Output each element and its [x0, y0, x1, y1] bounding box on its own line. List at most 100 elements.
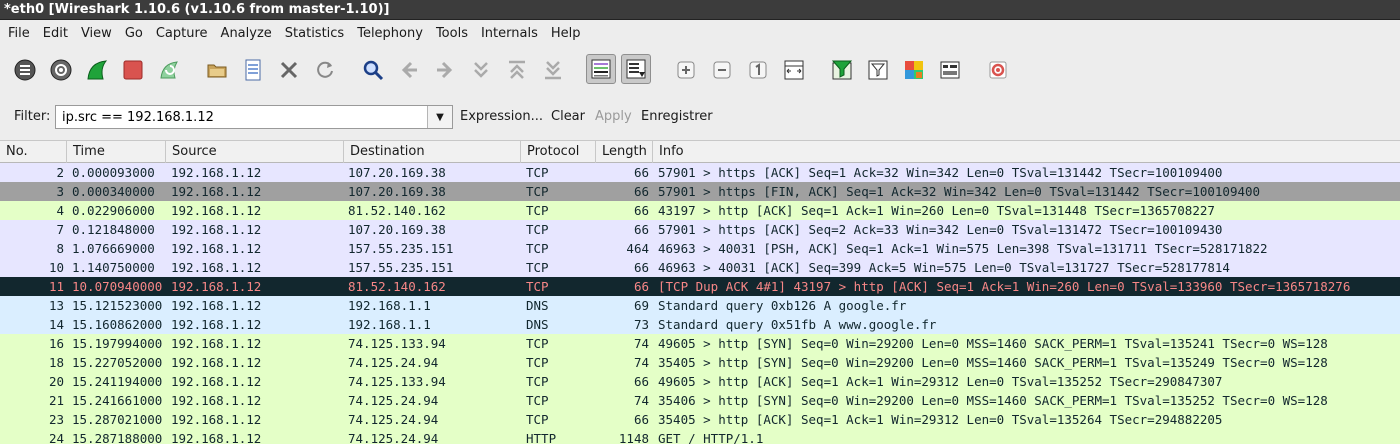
packet-time: 15.287188000 — [72, 431, 163, 444]
apply-button[interactable]: Apply — [595, 109, 632, 124]
packet-time: 0.000340000 — [72, 184, 155, 199]
column-header-destination[interactable]: Destination — [344, 141, 521, 163]
table-row[interactable]: 2 0.000093000 192.168.1.12 107.20.169.38 TCP… — [0, 163, 1400, 182]
reload-icon[interactable] — [312, 57, 338, 83]
menu-help[interactable]: Help — [544, 23, 587, 45]
menu-view[interactable]: View — [74, 23, 118, 45]
menu-tools[interactable]: Tools — [429, 23, 474, 45]
preferences-icon[interactable] — [937, 57, 963, 83]
table-row[interactable]: 24 15.287188000 192.168.1.12 74.125.24.94 HT… — [0, 429, 1400, 444]
table-row[interactable]: 18 15.227052000 192.168.1.12 74.125.24.94 TC… — [0, 353, 1400, 372]
packet-source: 192.168.1.12 — [171, 317, 262, 332]
go-first-icon[interactable] — [504, 57, 530, 83]
packet-info: 49605 > http [ACK] Seq=1 Ack=1 Win=29312… — [658, 374, 1223, 389]
packet-time: 10.070940000 — [72, 279, 163, 294]
menu-telephony[interactable]: Telephony — [350, 23, 429, 45]
packet-list[interactable]: No. Time Source Destination Protocol Len… — [0, 140, 1400, 444]
menu-edit[interactable]: Edit — [36, 23, 74, 45]
table-row[interactable]: 13 15.121523000 192.168.1.12 192.168.1.1 DNS… — [0, 296, 1400, 315]
packet-protocol: TCP — [526, 393, 549, 408]
packet-source: 192.168.1.12 — [171, 241, 262, 256]
packet-info: GET / HTTP/1.1 — [658, 431, 764, 444]
column-header-source[interactable]: Source — [166, 141, 344, 163]
packet-destination: 192.168.1.1 — [348, 298, 431, 313]
table-row[interactable]: 11 10.070940000 192.168.1.12 81.52.140.162 T… — [0, 277, 1400, 296]
filter-combobox[interactable]: ▼ — [55, 105, 453, 129]
menu-statistics[interactable]: Statistics — [278, 23, 350, 45]
packet-destination: 192.168.1.1 — [348, 317, 431, 332]
stop-capture-icon[interactable] — [120, 57, 146, 83]
packet-source: 192.168.1.12 — [171, 203, 262, 218]
find-packet-icon[interactable] — [360, 57, 386, 83]
save-file-icon[interactable] — [240, 57, 266, 83]
packet-destination: 74.125.133.94 — [348, 374, 446, 389]
close-file-icon[interactable] — [276, 57, 302, 83]
packet-source: 192.168.1.12 — [171, 298, 262, 313]
table-row[interactable]: 3 0.000340000 192.168.1.12 107.20.169.38 TCP… — [0, 182, 1400, 201]
packet-length: 74 — [633, 393, 649, 408]
menu-internals[interactable]: Internals — [474, 23, 544, 45]
packet-list-header: No. Time Source Destination Protocol Len… — [0, 140, 1400, 163]
go-back-icon[interactable] — [396, 57, 422, 83]
table-row[interactable]: 21 15.241661000 192.168.1.12 74.125.24.94 TC… — [0, 391, 1400, 410]
packet-length: 66 — [633, 260, 649, 275]
options-icon[interactable] — [48, 57, 74, 83]
save-filter-button[interactable]: Enregistrer — [641, 109, 713, 124]
packet-destination: 157.55.235.151 — [348, 260, 454, 275]
expression-button[interactable]: Expression... — [460, 109, 543, 124]
column-header-protocol[interactable]: Protocol — [521, 141, 596, 163]
packet-time: 15.287021000 — [72, 412, 163, 427]
resize-columns-icon[interactable] — [781, 57, 807, 83]
zoom-in-icon[interactable] — [673, 57, 699, 83]
packet-number: 21 — [48, 393, 64, 408]
packet-info: 43197 > http [ACK] Seq=1 Ack=1 Win=260 L… — [658, 203, 1215, 218]
menu-analyze[interactable]: Analyze — [214, 23, 278, 45]
packet-source: 192.168.1.12 — [171, 222, 262, 237]
table-row[interactable]: 4 0.022906000 192.168.1.12 81.52.140.162 TCP… — [0, 201, 1400, 220]
filter-input[interactable] — [56, 106, 426, 128]
column-header-time[interactable]: Time — [67, 141, 166, 163]
menu-capture[interactable]: Capture — [149, 23, 214, 45]
column-header-no[interactable]: No. — [0, 141, 67, 163]
colorize-icon[interactable] — [586, 54, 616, 84]
table-row[interactable]: 23 15.287021000 192.168.1.12 74.125.24.94 TC… — [0, 410, 1400, 429]
packet-number: 13 — [48, 298, 64, 313]
column-header-info[interactable]: Info — [653, 141, 1400, 163]
filter-dropdown-button[interactable]: ▼ — [427, 106, 452, 128]
table-row[interactable]: 8 1.076669000 192.168.1.12 157.55.235.151 TC… — [0, 239, 1400, 258]
table-row[interactable]: 16 15.197994000 192.168.1.12 74.125.133.94 T… — [0, 334, 1400, 353]
open-file-icon[interactable] — [204, 57, 230, 83]
packet-length: 66 — [633, 412, 649, 427]
go-last-icon[interactable] — [540, 57, 566, 83]
packet-info: 49605 > http [SYN] Seq=0 Win=29200 Len=0… — [658, 336, 1328, 351]
interfaces-icon[interactable] — [12, 57, 38, 83]
column-header-length[interactable]: Length — [596, 141, 653, 163]
capture-filters-icon[interactable] — [829, 57, 855, 83]
table-row[interactable]: 7 0.121848000 192.168.1.12 107.20.169.38 TCP… — [0, 220, 1400, 239]
packet-protocol: HTTP — [526, 431, 557, 444]
restart-capture-icon[interactable] — [156, 57, 182, 83]
start-capture-icon[interactable] — [84, 57, 110, 83]
menu-file[interactable]: File — [0, 23, 36, 45]
go-to-packet-icon[interactable] — [468, 57, 494, 83]
normal-size-icon[interactable] — [745, 57, 771, 83]
packet-time: 15.227052000 — [72, 355, 163, 370]
display-filters-icon[interactable] — [865, 57, 891, 83]
table-row[interactable]: 20 15.241194000 192.168.1.12 74.125.133.94 T… — [0, 372, 1400, 391]
zoom-out-icon[interactable] — [709, 57, 735, 83]
packet-protocol: TCP — [526, 412, 549, 427]
table-row[interactable]: 14 15.160862000 192.168.1.12 192.168.1.1 DNS… — [0, 315, 1400, 334]
packet-length: 1148 — [618, 431, 649, 444]
table-row[interactable]: 10 1.140750000 192.168.1.12 157.55.235.151 T… — [0, 258, 1400, 277]
packet-length: 73 — [633, 317, 649, 332]
packet-info: 35406 > http [SYN] Seq=0 Win=29200 Len=0… — [658, 393, 1328, 408]
menu-go[interactable]: Go — [118, 23, 149, 45]
clear-button[interactable]: Clear — [551, 109, 585, 124]
packet-source: 192.168.1.12 — [171, 374, 262, 389]
packet-destination: 107.20.169.38 — [348, 184, 446, 199]
coloring-rules-icon[interactable] — [901, 57, 927, 83]
help-icon[interactable] — [985, 57, 1011, 83]
go-forward-icon[interactable] — [432, 57, 458, 83]
autoscroll-icon[interactable] — [621, 54, 651, 84]
packet-source: 192.168.1.12 — [171, 393, 262, 408]
